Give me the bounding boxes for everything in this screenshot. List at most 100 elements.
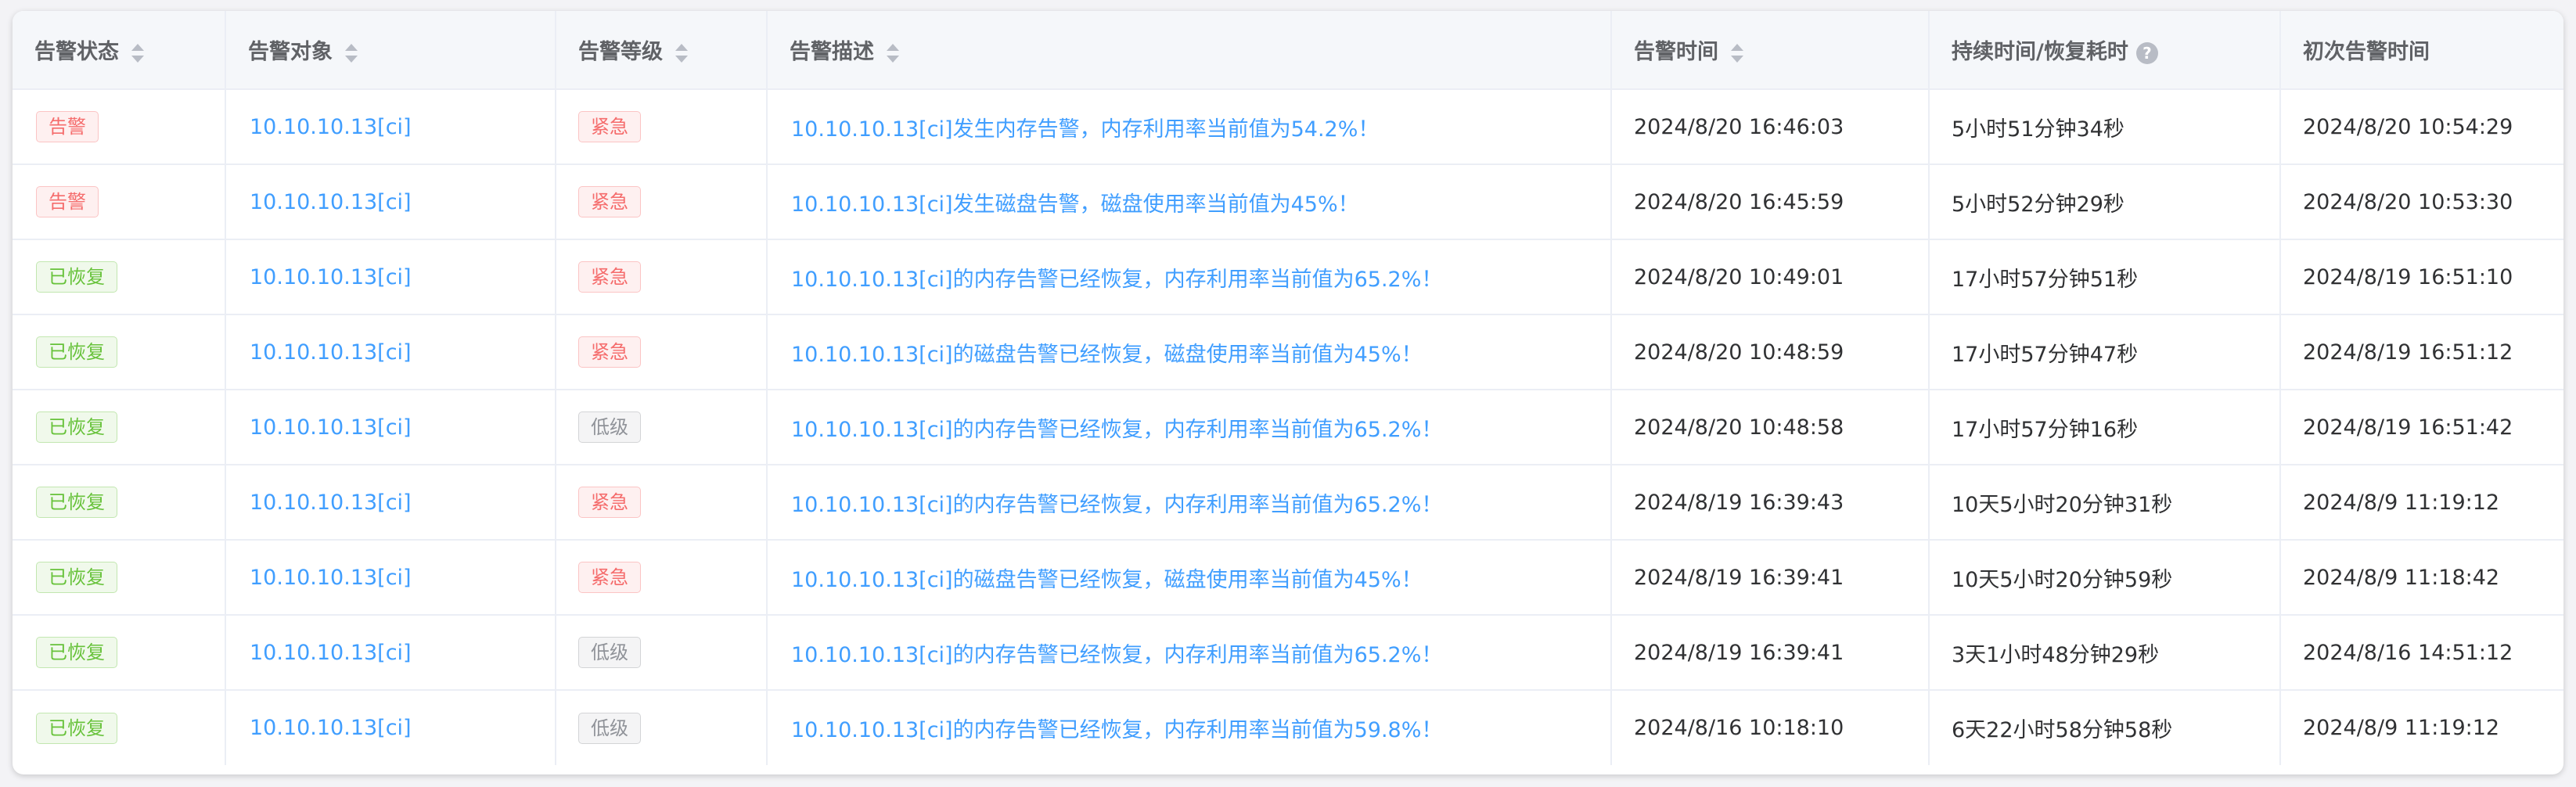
target-link[interactable]: 10.10.10.13[ci] (250, 340, 412, 365)
level-badge: 紧急 (578, 261, 641, 293)
status-badge: 已恢复 (36, 562, 117, 593)
duration-cell: 17小时57分钟47秒 (1929, 314, 2281, 390)
description-cell: 10.10.10.13[ci]的磁盘告警已经恢复，磁盘使用率当前值为45%！ (767, 314, 1612, 390)
alarm-time-cell: 2024/8/20 16:46:03 (1611, 89, 1930, 165)
target-cell: 10.10.10.13[ci] (225, 314, 556, 390)
level-badge: 紧急 (578, 111, 641, 142)
level-cell: 低级 (556, 615, 768, 691)
column-header-level[interactable]: 告警等级 (556, 11, 768, 90)
status-cell: 已恢复 (13, 690, 226, 765)
description-link[interactable]: 10.10.10.13[ci]发生磁盘告警，磁盘使用率当前值为45%！ (791, 192, 1359, 217)
level-cell: 紧急 (556, 239, 768, 315)
target-link[interactable]: 10.10.10.13[ci] (250, 265, 412, 289)
level-cell: 紧急 (556, 314, 768, 390)
sort-icon[interactable] (1731, 43, 1743, 63)
description-cell: 10.10.10.13[ci]发生磁盘告警，磁盘使用率当前值为45%！ (767, 164, 1612, 240)
first-alarm-time-cell: 2024/8/9 11:19:12 (2303, 716, 2500, 740)
target-link[interactable]: 10.10.10.13[ci] (250, 716, 412, 740)
alarm-table-card: 告警状态 告警对象 告警等级 告警描述 告警时间 持续时间/恢复耗时? 初次告警… (13, 11, 2563, 774)
duration-cell: 5小时51分钟34秒 (1929, 89, 2281, 165)
target-cell: 10.10.10.13[ci] (225, 239, 556, 315)
status-cell: 已恢复 (13, 314, 226, 390)
table-row[interactable]: 告警 10.10.10.13[ci] 紧急 10.10.10.13[ci]发生磁盘告警… (13, 164, 2563, 240)
table-row[interactable]: 已恢复 10.10.10.13[ci] 低级 10.10.10.13[ci]的内存告警… (13, 390, 2563, 465)
target-link[interactable]: 10.10.10.13[ci] (250, 415, 412, 440)
first-alarm-time-cell: 2024/8/20 10:53:30 (2280, 164, 2563, 240)
status-badge: 已恢复 (36, 487, 117, 518)
target-link[interactable]: 10.10.10.13[ci] (250, 115, 412, 139)
duration-cell: 10天5小时20分钟59秒 (1929, 540, 2281, 616)
level-cell: 紧急 (556, 164, 768, 240)
sort-icon[interactable] (131, 43, 144, 63)
description-link[interactable]: 10.10.10.13[ci]的内存告警已经恢复，内存利用率当前值为65.2%！ (791, 643, 1442, 667)
alarm-time-cell: 2024/8/20 10:48:59 (1611, 314, 1930, 390)
table-row[interactable]: 已恢复 10.10.10.13[ci] 紧急 10.10.10.13[ci]的内存告警… (13, 239, 2563, 315)
description-link[interactable]: 10.10.10.13[ci]的内存告警已经恢复，内存利用率当前值为59.8%！ (791, 718, 1442, 742)
target-link[interactable]: 10.10.10.13[ci] (250, 190, 412, 214)
target-cell: 10.10.10.13[ci] (225, 390, 556, 465)
first-alarm-time-cell: 2024/8/19 16:51:12 (2280, 314, 2563, 390)
level-cell: 紧急 (556, 89, 768, 165)
level-cell: 紧急 (556, 465, 768, 541)
description-cell: 10.10.10.13[ci]的内存告警已经恢复，内存利用率当前值为65.2%！ (767, 390, 1612, 465)
duration-cell: 3天1小时48分钟29秒 (1929, 615, 2281, 691)
duration-cell: 17小时57分钟51秒 (1929, 239, 2281, 315)
status-badge: 告警 (36, 186, 99, 217)
column-header-target[interactable]: 告警对象 (225, 11, 556, 90)
duration-cell: 5小时52分钟29秒 (1929, 164, 2281, 240)
duration-cell: 10天5小时20分钟31秒 (1929, 465, 2281, 541)
sort-icon[interactable] (675, 43, 688, 63)
description-link[interactable]: 10.10.10.13[ci]的内存告警已经恢复，内存利用率当前值为65.2%！ (791, 418, 1442, 442)
description-link[interactable]: 10.10.10.13[ci]发生内存告警，内存利用率当前值为54.2%！ (791, 117, 1379, 142)
status-cell: 已恢复 (13, 540, 226, 616)
column-header-description[interactable]: 告警描述 (767, 11, 1612, 90)
description-link[interactable]: 10.10.10.13[ci]的内存告警已经恢复，内存利用率当前值为65.2%！ (791, 268, 1442, 292)
status-cell: 已恢复 (13, 615, 226, 691)
status-badge: 已恢复 (36, 261, 117, 293)
target-cell: 10.10.10.13[ci] (225, 465, 556, 541)
help-icon[interactable]: ? (2135, 41, 2158, 64)
target-cell: 10.10.10.13[ci] (225, 164, 556, 240)
first-alarm-time-cell: 2024/8/20 10:54:29 (2280, 89, 2563, 165)
level-badge: 低级 (578, 637, 641, 668)
level-badge: 紧急 (578, 562, 641, 593)
table-row[interactable]: 已恢复 10.10.10.13[ci] 紧急 10.10.10.13[ci]的磁盘告警… (13, 314, 2563, 390)
duration-cell: 17小时57分钟16秒 (1929, 390, 2281, 465)
table-row[interactable]: 已恢复 10.10.10.13[ci] 低级 10.10.10.13[ci]的内存告警… (13, 615, 2563, 691)
target-cell: 10.10.10.13[ci] (225, 89, 556, 165)
target-link[interactable]: 10.10.10.13[ci] (250, 641, 412, 665)
description-cell: 10.10.10.13[ci]的内存告警已经恢复，内存利用率当前值为59.8%！ (767, 690, 1612, 765)
status-cell: 告警 (13, 89, 226, 165)
sort-icon[interactable] (345, 43, 358, 63)
status-cell: 告警 (13, 164, 226, 240)
level-cell: 紧急 (556, 540, 768, 616)
alarm-time-cell: 2024/8/20 10:49:01 (1611, 239, 1930, 315)
target-link[interactable]: 10.10.10.13[ci] (250, 491, 412, 515)
first-alarm-time-cell: 2024/8/19 16:51:42 (2280, 390, 2563, 465)
sort-icon[interactable] (887, 43, 899, 63)
alarm-time-cell: 2024/8/19 16:39:41 (1611, 615, 1930, 691)
description-cell: 10.10.10.13[ci]的内存告警已经恢复，内存利用率当前值为65.2%！ (767, 465, 1612, 541)
target-cell: 10.10.10.13[ci] (225, 540, 556, 616)
first-alarm-time-cell: 2024/8/9 11:18:42 (2280, 540, 2563, 616)
alarm-time-cell: 2024/8/20 10:48:58 (1611, 390, 1930, 465)
table-row[interactable]: 已恢复 10.10.10.13[ci] 低级 10.10.10.13[ci]的内存告警… (13, 690, 2563, 765)
first-alarm-time-cell: 2024/8/16 14:51:12 (2280, 615, 2563, 691)
table-row[interactable]: 告警 10.10.10.13[ci] 紧急 10.10.10.13[ci]发生内存告警… (13, 89, 2563, 165)
description-cell: 10.10.10.13[ci]发生内存告警，内存利用率当前值为54.2%！ (767, 89, 1612, 165)
description-link[interactable]: 10.10.10.13[ci]的内存告警已经恢复，内存利用率当前值为65.2%！ (791, 493, 1442, 517)
description-link[interactable]: 10.10.10.13[ci]的磁盘告警已经恢复，磁盘使用率当前值为45%！ (791, 568, 1423, 592)
column-header-duration: 持续时间/恢复耗时? (1929, 11, 2281, 90)
column-header-time[interactable]: 告警时间 (1611, 11, 1930, 90)
level-badge: 紧急 (578, 487, 641, 518)
description-link[interactable]: 10.10.10.13[ci]的磁盘告警已经恢复，磁盘使用率当前值为45%！ (791, 343, 1423, 367)
description-cell: 10.10.10.13[ci]的内存告警已经恢复，内存利用率当前值为65.2%！ (767, 615, 1612, 691)
alarm-time-cell: 2024/8/19 16:39:41 (1611, 540, 1930, 616)
table-row[interactable]: 已恢复 10.10.10.13[ci] 紧急 10.10.10.13[ci]的内存告警… (13, 465, 2563, 541)
table-row[interactable]: 已恢复 10.10.10.13[ci] 紧急 10.10.10.13[ci]的磁盘告警… (13, 540, 2563, 616)
column-header-status[interactable]: 告警状态 (13, 11, 226, 90)
status-cell: 已恢复 (13, 239, 226, 315)
level-cell: 低级 (556, 390, 768, 465)
target-cell: 10.10.10.13[ci] (225, 690, 556, 765)
target-link[interactable]: 10.10.10.13[ci] (250, 566, 412, 590)
